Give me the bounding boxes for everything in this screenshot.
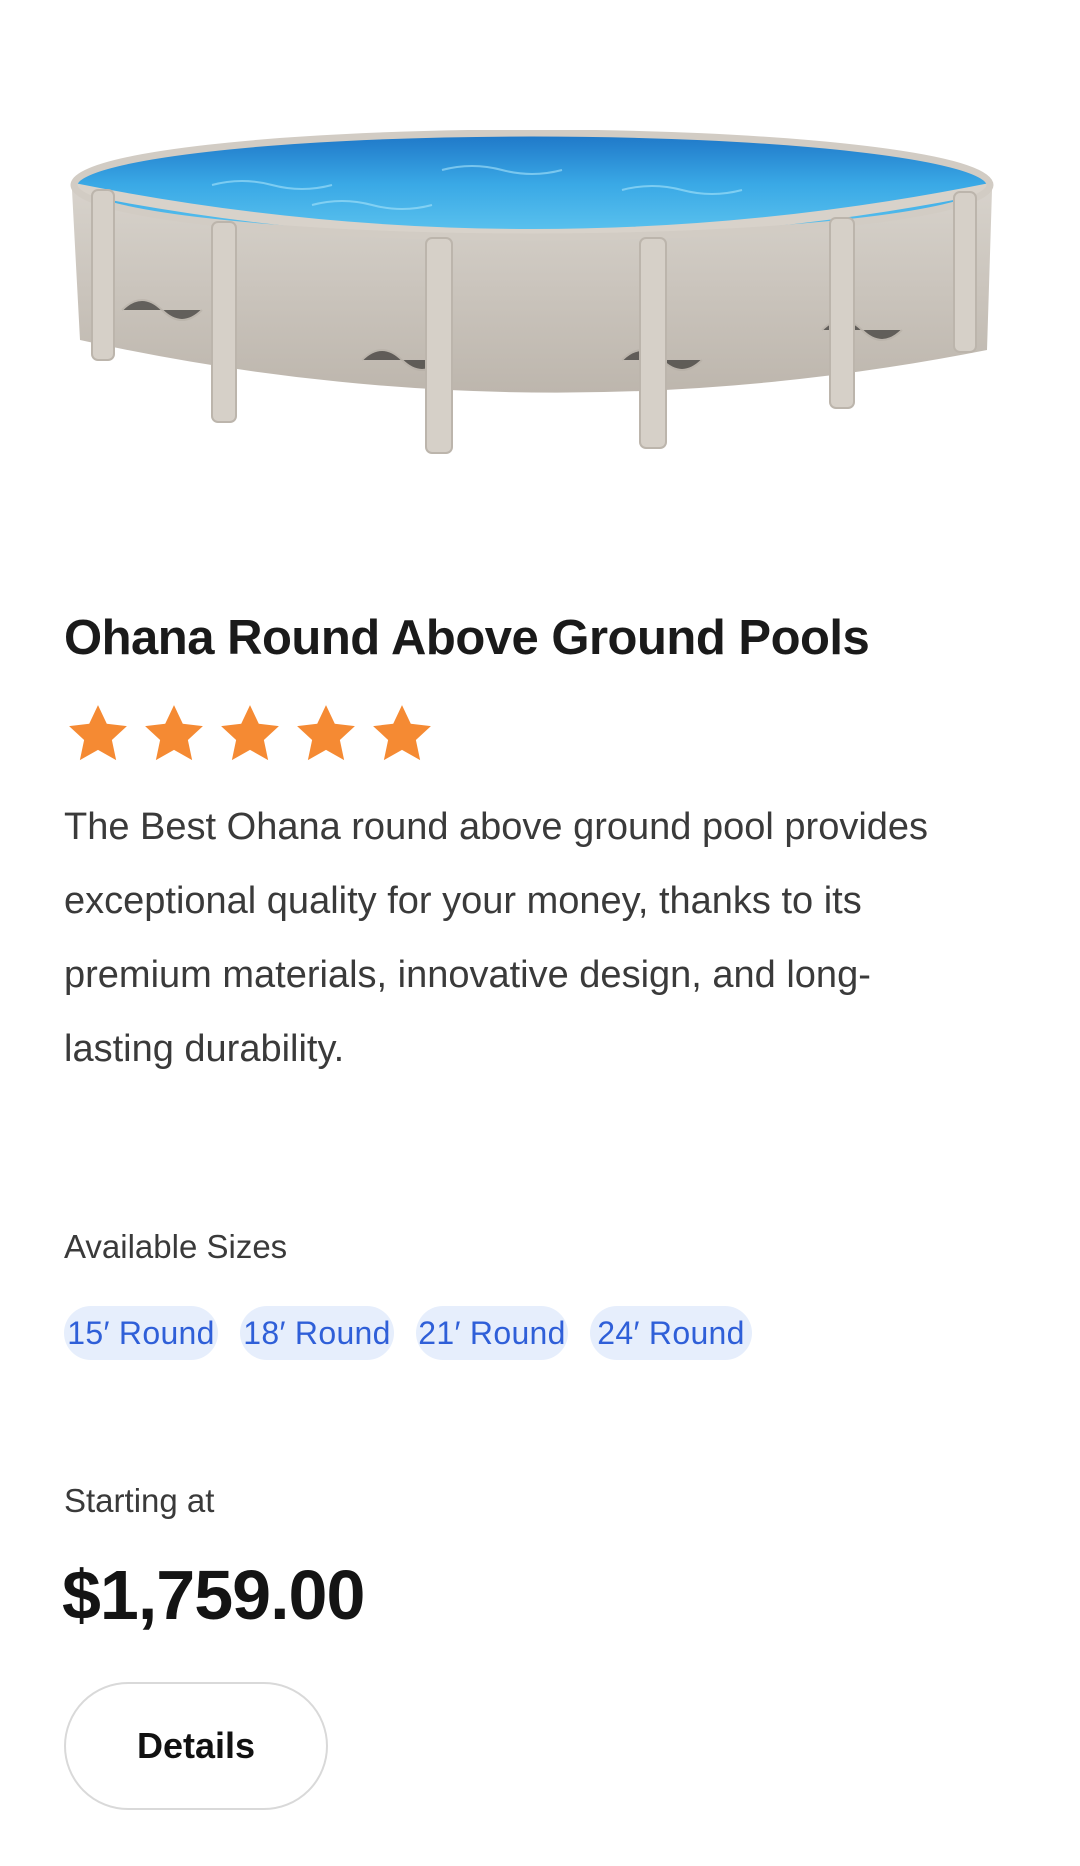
pool-product-image[interactable] <box>62 130 1002 470</box>
star-rating <box>62 700 438 768</box>
details-button[interactable]: Details <box>64 1682 328 1810</box>
product-description: The Best Ohana round above ground pool p… <box>64 806 929 1070</box>
starting-at-label: Starting at <box>64 1482 215 1519</box>
size-chip-18[interactable]: 18′ Round <box>240 1306 394 1360</box>
size-options: 15′ Round 18′ Round 21′ Round 24′ Round <box>64 1306 752 1360</box>
product-title[interactable]: Ohana Round Above Ground Pools <box>64 610 870 666</box>
star-icon <box>221 705 279 761</box>
size-chip-15[interactable]: 15′ Round <box>64 1306 218 1360</box>
star-icon <box>145 705 203 761</box>
product-card: Ohana Round Above Ground Pools The Best … <box>0 0 1080 1866</box>
price: $1,759.00 <box>62 1556 365 1634</box>
size-chip-21[interactable]: 21′ Round <box>416 1306 568 1360</box>
available-sizes-label: Available Sizes <box>64 1228 288 1265</box>
star-icon <box>297 705 355 761</box>
star-icon <box>69 705 127 761</box>
star-icon <box>373 705 431 761</box>
size-chip-24[interactable]: 24′ Round <box>590 1306 752 1360</box>
